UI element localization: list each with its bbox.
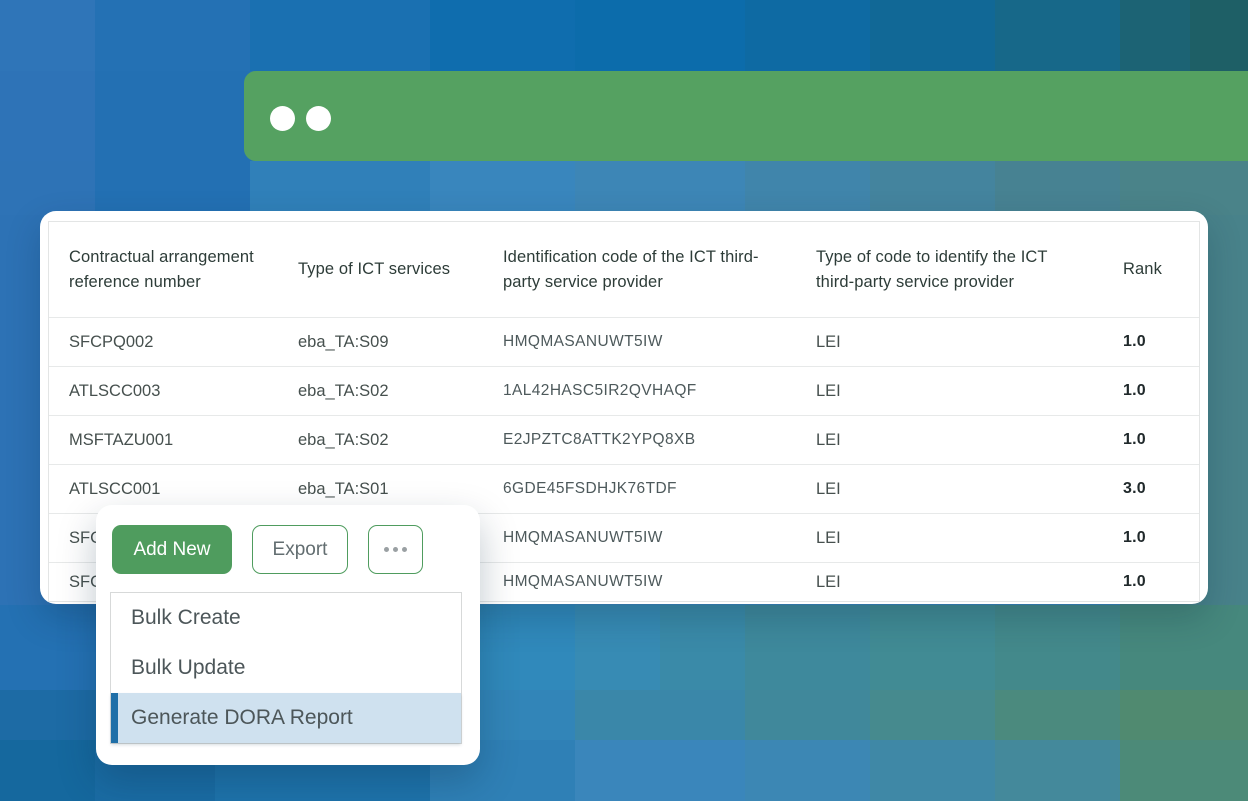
toolbar: Add New Export — [112, 525, 423, 574]
table-row[interactable]: MSFTAZU001 eba_TA:S02 E2JPZTC8ATTK2YPQ8X… — [49, 415, 1199, 464]
background-mosaic-band — [0, 161, 1248, 215]
ellipsis-icon — [384, 547, 389, 552]
cell-ref: SFCPQ002 — [49, 318, 278, 366]
menu-item-bulk-update[interactable]: Bulk Update — [111, 643, 461, 693]
cell-rank: 1.0 — [1103, 514, 1199, 562]
cell-rank: 1.0 — [1103, 563, 1199, 601]
cell-type: eba_TA:S09 — [278, 318, 483, 366]
export-button[interactable]: Export — [252, 525, 348, 574]
cell-code-type: LEI — [796, 563, 1103, 601]
more-actions-button[interactable] — [368, 525, 423, 574]
column-header-ref: Contractual arrangement reference number — [49, 222, 278, 317]
column-header-rank: Rank — [1103, 222, 1199, 317]
actions-panel: Add New Export Bulk Create Bulk Update G… — [96, 505, 480, 765]
cell-code: 1AL42HASC5IR2QVHAQF — [483, 367, 796, 415]
cell-code-type: LEI — [796, 465, 1103, 513]
cell-code: E2JPZTC8ATTK2YPQ8XB — [483, 416, 796, 464]
app-titlebar — [244, 71, 1248, 161]
ellipsis-icon — [393, 547, 398, 552]
cell-code: 6GDE45FSDHJK76TDF — [483, 465, 796, 513]
table-row[interactable]: ATLSCC003 eba_TA:S02 1AL42HASC5IR2QVHAQF… — [49, 366, 1199, 415]
hero-screenshot: Contractual arrangement reference number… — [0, 0, 1248, 801]
cell-code: HMQMASANUWT5IW — [483, 563, 796, 601]
column-header-code: Identification code of the ICT third-par… — [483, 222, 796, 317]
cell-rank: 3.0 — [1103, 465, 1199, 513]
cell-code: HMQMASANUWT5IW — [483, 514, 796, 562]
cell-type: eba_TA:S02 — [278, 416, 483, 464]
menu-item-bulk-create[interactable]: Bulk Create — [111, 593, 461, 643]
add-new-button[interactable]: Add New — [112, 525, 232, 574]
cell-ref: ATLSCC003 — [49, 367, 278, 415]
cell-code-type: LEI — [796, 318, 1103, 366]
ellipsis-icon — [402, 547, 407, 552]
column-header-type: Type of ICT services — [278, 222, 483, 317]
background-mosaic-band — [0, 0, 1248, 71]
cell-code: HMQMASANUWT5IW — [483, 318, 796, 366]
column-header-code-type: Type of code to identify the ICT third-p… — [796, 222, 1103, 317]
table-header-row: Contractual arrangement reference number… — [49, 222, 1199, 317]
cell-code-type: LEI — [796, 367, 1103, 415]
more-actions-menu: Bulk Create Bulk Update Generate DORA Re… — [110, 592, 462, 744]
table-row[interactable]: SFCPQ002 eba_TA:S09 HMQMASANUWT5IW LEI 1… — [49, 317, 1199, 366]
cell-code-type: LEI — [796, 416, 1103, 464]
cell-ref: MSFTAZU001 — [49, 416, 278, 464]
cell-type: eba_TA:S02 — [278, 367, 483, 415]
menu-item-generate-dora-report[interactable]: Generate DORA Report — [111, 693, 461, 743]
cell-rank: 1.0 — [1103, 416, 1199, 464]
window-dot-icon — [306, 106, 331, 131]
cell-rank: 1.0 — [1103, 318, 1199, 366]
cell-code-type: LEI — [796, 514, 1103, 562]
window-dot-icon — [270, 106, 295, 131]
cell-rank: 1.0 — [1103, 367, 1199, 415]
